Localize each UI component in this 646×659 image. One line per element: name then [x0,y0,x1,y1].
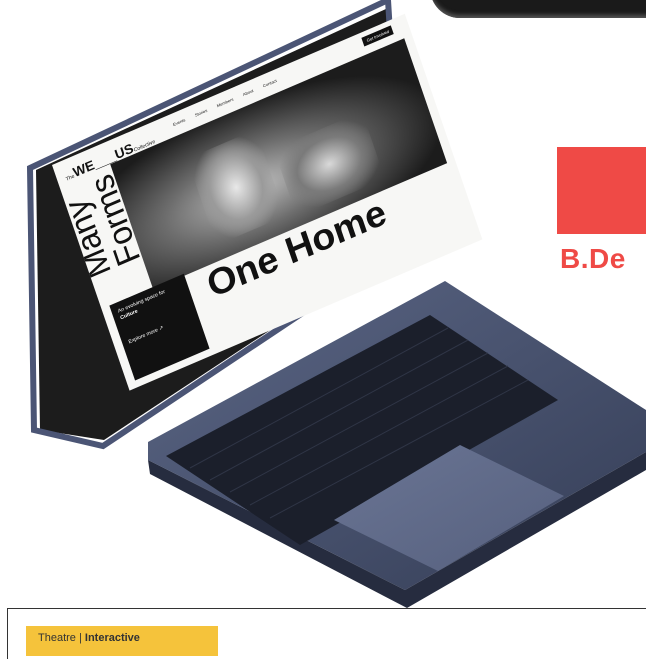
nav-item[interactable]: About [242,88,254,97]
nav-item[interactable]: Members [216,97,234,109]
nav-item[interactable]: Contact [262,78,277,89]
card-link[interactable]: Explore more ↗ [128,313,193,347]
category-label-bold: Interactive [84,632,140,644]
category-label-prefix: Theatre | [38,632,85,644]
nav-item[interactable]: Events [172,117,186,127]
card-text: An evolving space for [117,288,167,315]
nav-item[interactable]: Stories [194,108,208,118]
